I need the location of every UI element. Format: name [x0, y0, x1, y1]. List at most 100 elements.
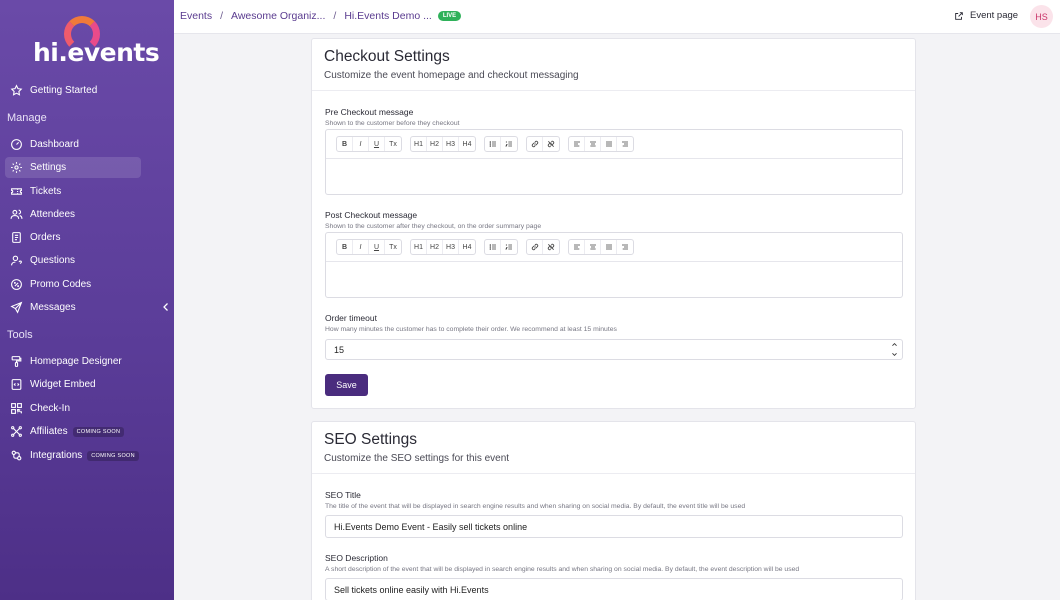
pre-checkout-label: Pre Checkout message [325, 107, 414, 117]
sidebar-item-label: Settings [30, 162, 67, 173]
h1-button[interactable]: H1 [411, 137, 427, 151]
link-button[interactable] [527, 240, 543, 254]
sidebar-item-dashboard[interactable]: Dashboard [5, 134, 141, 155]
breadcrumb-organizer[interactable]: Awesome Organiz... [231, 10, 325, 22]
align-justify-button[interactable] [601, 137, 617, 151]
bullet-list-icon [489, 141, 496, 147]
sidebar-item-widget-embed[interactable]: Widget Embed [5, 374, 141, 395]
unlink-icon [547, 243, 555, 251]
bullet-list-button[interactable] [485, 240, 501, 254]
breadcrumb-event[interactable]: Hi.Events Demo ... [344, 10, 432, 22]
h1-button[interactable]: H1 [411, 240, 427, 254]
align-center-button[interactable] [585, 137, 601, 151]
avatar[interactable]: HS [1030, 5, 1053, 28]
seo-description-label: SEO Description [325, 553, 388, 563]
sidebar-item-homepage-designer[interactable]: Homepage Designer [5, 351, 141, 372]
sidebar-item-attendees[interactable]: Attendees [5, 204, 141, 225]
ordered-list-button[interactable] [501, 240, 517, 254]
h2-button[interactable]: H2 [427, 137, 443, 151]
checkout-settings-subtitle: Customize the event homepage and checkou… [324, 70, 579, 81]
save-button[interactable]: Save [325, 374, 368, 396]
post-checkout-editor[interactable]: B I U Tx H1 H2 H3 H4 [325, 232, 903, 298]
align-justify-button[interactable] [601, 240, 617, 254]
checkout-settings-card: Checkout Settings Customize the event ho… [311, 38, 916, 409]
unlink-button[interactable] [543, 137, 559, 151]
sidebar-item-label: Dashboard [30, 139, 79, 150]
align-center-button[interactable] [585, 240, 601, 254]
sidebar-item-label: Widget Embed [30, 379, 96, 390]
sidebar-item-promo-codes[interactable]: Promo Codes [5, 274, 141, 295]
underline-button[interactable]: U [369, 137, 385, 151]
align-left-button[interactable] [569, 137, 585, 151]
align-justify-icon [605, 141, 612, 147]
h2-button[interactable]: H2 [427, 240, 443, 254]
link-button[interactable] [527, 137, 543, 151]
breadcrumb-events[interactable]: Events [180, 10, 212, 22]
quantity-stepper[interactable] [888, 341, 900, 358]
sidebar-item-getting-started[interactable]: Getting Started [5, 80, 141, 101]
italic-button[interactable]: I [353, 137, 369, 151]
bold-button[interactable]: B [337, 137, 353, 151]
sidebar-item-label: Promo Codes [30, 279, 92, 290]
unlink-icon [547, 140, 555, 148]
chevron-down-icon[interactable] [891, 351, 898, 358]
sidebar-item-label: Tickets [30, 186, 62, 197]
orders-icon [12, 232, 21, 243]
align-right-button[interactable] [617, 137, 633, 151]
sidebar-item-integrations[interactable]: Integrations COMING SOON [5, 445, 141, 466]
bold-button[interactable]: B [337, 240, 353, 254]
sidebar-item-label: Orders [30, 232, 61, 243]
hi-events-logo[interactable]: hi.events [30, 14, 160, 67]
manage-heading: Manage [7, 112, 47, 124]
sidebar-item-label: Getting Started [30, 85, 98, 96]
sidebar-item-label: Messages [30, 302, 76, 313]
ordered-list-button[interactable] [501, 137, 517, 151]
event-page-link[interactable]: Event page [954, 10, 1018, 21]
seo-description-hint: A short description of the event that wi… [325, 566, 800, 573]
coming-soon-badge: COMING SOON [72, 426, 125, 437]
sidebar-item-label: Attendees [30, 209, 76, 220]
align-left-icon [573, 244, 580, 250]
h4-button[interactable]: H4 [459, 240, 475, 254]
clear-format-button[interactable]: Tx [385, 137, 401, 151]
h3-button[interactable]: H3 [443, 240, 459, 254]
clear-format-button[interactable]: Tx [385, 240, 401, 254]
italic-button[interactable]: I [353, 240, 369, 254]
star-icon [10, 84, 23, 96]
qr-icon [11, 403, 22, 414]
sidebar-item-orders[interactable]: Orders [5, 227, 141, 248]
sidebar-item-affiliates[interactable]: Affiliates COMING SOON [5, 421, 141, 442]
align-left-icon [573, 141, 580, 147]
align-right-button[interactable] [617, 240, 633, 254]
sidebar-item-questions[interactable]: Questions [5, 250, 141, 271]
seo-description-input[interactable]: Sell tickets online easily with Hi.Event… [325, 578, 903, 600]
sidebar-item-label: Integrations [30, 450, 83, 461]
sidebar-item-check-in[interactable]: Check-In [5, 398, 141, 419]
pre-checkout-editor[interactable]: B I U Tx H1 H2 H3 H4 [325, 129, 903, 195]
sidebar-item-label: Check-In [30, 403, 71, 414]
order-timeout-input[interactable]: 15 [325, 339, 903, 360]
seo-title-input[interactable]: Hi.Events Demo Event - Easily sell ticke… [325, 515, 903, 538]
align-left-button[interactable] [569, 240, 585, 254]
seo-description-value: Sell tickets online easily with Hi.Event… [334, 584, 489, 595]
h3-button[interactable]: H3 [443, 137, 459, 151]
sidebar-item-settings[interactable]: Settings [5, 157, 141, 178]
breadcrumb-separator: / [220, 10, 224, 22]
code-icon [11, 379, 22, 390]
sidebar-item-tickets[interactable]: Tickets [5, 181, 141, 202]
chevron-left-icon[interactable] [160, 301, 172, 313]
chevron-up-icon[interactable] [891, 341, 898, 348]
h4-button[interactable]: H4 [459, 137, 475, 151]
seo-settings-title: SEO Settings [324, 431, 418, 448]
unlink-button[interactable] [543, 240, 559, 254]
order-timeout-hint: How many minutes the customer has to com… [325, 326, 617, 333]
bullet-list-button[interactable] [485, 137, 501, 151]
coming-soon-badge: COMING SOON [87, 450, 139, 461]
post-checkout-hint: Shown to the customer after they checkou… [325, 223, 542, 230]
underline-button[interactable]: U [369, 240, 385, 254]
sidebar-item-label: Affiliates [30, 426, 68, 437]
align-right-icon [622, 141, 628, 147]
sidebar-item-label: Homepage Designer [30, 356, 122, 367]
sidebar-item-messages[interactable]: Messages [5, 297, 141, 318]
dashboard-icon [11, 139, 22, 150]
